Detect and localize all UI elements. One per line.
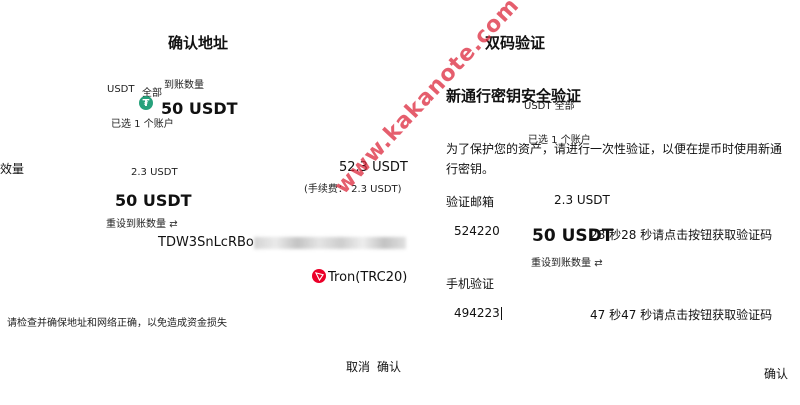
left-confirm-button[interactable]: 确认 (377, 358, 401, 375)
verify-description: 为了保护您的资产，请进行一次性验证，以便在提币时使用新通行密钥。 (446, 142, 783, 176)
phone-label: 手机验证 (446, 277, 495, 291)
ghost-asset: USDT 全部 (524, 101, 575, 112)
network-label[interactable]: Tron(TRC20) (328, 270, 407, 285)
ghost-reset: 重设到账数量 ⇄ (531, 254, 603, 269)
fee-small: 2.3 USDT (131, 167, 178, 178)
email-label: 验证邮箱 (446, 195, 495, 209)
usdt-icon: ₮ (139, 96, 153, 110)
reset-amount-button[interactable]: 重设到账数量 ⇄ (106, 215, 178, 230)
asset-label: USDT (107, 84, 135, 95)
text-cursor (500, 307, 502, 320)
email-code-input[interactable]: 524220 (454, 224, 500, 238)
ghost-fee: 2.3 USDT (554, 193, 610, 207)
quantity-label: 效量 (0, 162, 25, 176)
selected-account[interactable]: 已选 1 个账户 (111, 115, 174, 130)
swap-icon: ⇄ (169, 219, 178, 230)
reset-label: 重设到账数量 (106, 219, 166, 230)
amount-label: 到账数量 (164, 80, 204, 91)
warning-text: 请检查并确保地址和网络正确，以免造成资金损失 (7, 318, 227, 329)
email-code-countdown[interactable]: 28 秒28 秒请点击按钮获取验证码 (590, 226, 772, 243)
phone-code-input[interactable]: 494223 (454, 306, 502, 320)
cancel-button[interactable]: 取消 (346, 358, 370, 375)
receive-amount: 50 USDT (115, 191, 192, 210)
tron-icon (312, 269, 326, 283)
address-prefix: TDW3SnLcRBo (158, 235, 254, 250)
left-title: 确认地址 (168, 34, 229, 52)
phone-code-value: 494223 (454, 306, 500, 320)
address-blur (253, 236, 406, 249)
phone-code-countdown[interactable]: 47 秒47 秒请点击按钮获取验证码 (590, 306, 772, 323)
withdraw-address: TDW3SnLcRBo (158, 235, 406, 250)
right-confirm-button[interactable]: 确认 (764, 365, 788, 382)
ghost-swap-icon: ⇄ (594, 258, 603, 269)
ghost-reset-label: 重设到账数量 (531, 258, 591, 269)
